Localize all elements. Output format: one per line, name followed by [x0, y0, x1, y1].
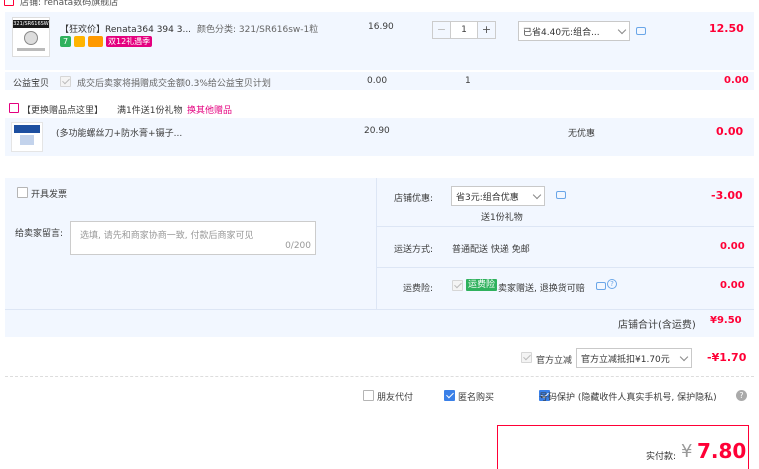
- product-thumbnail[interactable]: 321/SR616SW: [12, 17, 50, 57]
- payment-currency: ¥: [681, 441, 693, 462]
- anonymous-checkbox[interactable]: [444, 390, 455, 401]
- shop-discount-label: 店铺优惠:: [394, 194, 434, 204]
- promotion-select-value: 已省4.40元:组合...: [523, 27, 600, 38]
- invoice-label: 开具发票: [31, 190, 68, 200]
- credit-card-icon: [88, 36, 103, 47]
- charity-row: 公益宝贝 成交后卖家将捐赠成交金额0.3%给公益宝贝计划 0.00 1 0.00: [5, 72, 754, 90]
- item-total: 12.50: [709, 22, 744, 35]
- delivery-method: 普通配送 快递 免邮: [452, 245, 530, 255]
- gift-banner: 【更换赠品点这里】 满1件送1份礼物 换其他赠品: [5, 101, 754, 117]
- delivery-value: 0.00: [720, 241, 745, 252]
- store-header: 店铺: renata数码旗舰店: [0, 0, 759, 10]
- store-name[interactable]: 店铺: renata数码旗舰店: [20, 0, 118, 8]
- charity-total: 0.00: [724, 75, 749, 86]
- panel-divider: [5, 309, 754, 310]
- invoice-checkbox[interactable]: [17, 187, 28, 198]
- tool-image: [20, 135, 34, 145]
- shop-discount-sub: 送1份礼物: [481, 213, 523, 223]
- payment-amount: 7.80: [697, 439, 747, 463]
- chat-icon[interactable]: [556, 191, 566, 199]
- decrease-button[interactable]: −: [432, 21, 451, 39]
- order-options-row: 朋友代付 匿名购买 号码保护 (隐藏收件人真实手机号, 保护隐私) ?: [5, 385, 754, 405]
- shop-discount-select[interactable]: 省3元:组合优惠: [451, 186, 545, 206]
- shop-total-label: 店铺合计(含运费): [618, 320, 696, 331]
- message-textarea[interactable]: 选填, 请先和商家协商一致, 付款后商家可见 0/200: [70, 221, 316, 255]
- row-divider: [377, 226, 754, 227]
- chevron-down-icon: [617, 25, 627, 34]
- charity-label: 公益宝贝: [13, 79, 50, 89]
- thumbnail-stripe: [17, 48, 45, 51]
- battery-image: [24, 31, 38, 45]
- number-protect-label: 号码保护 (隐藏收件人真实手机号, 保护隐私): [539, 393, 717, 403]
- gift-thumbnail-header: [14, 125, 40, 133]
- friend-pay-checkbox[interactable]: [363, 390, 374, 401]
- insurance-checkbox[interactable]: [452, 280, 463, 291]
- message-placeholder: 选填, 请先和商家协商一致, 付款后商家可见: [80, 231, 254, 241]
- quantity-input[interactable]: 1: [451, 21, 477, 39]
- chevron-down-icon: [679, 352, 689, 361]
- gift-banner-note: 满1件送1份礼物: [117, 106, 183, 116]
- quantity-stepper: − 1 +: [432, 21, 496, 39]
- gift-price: 20.90: [364, 126, 390, 136]
- gift-discount: 无优惠: [568, 129, 596, 139]
- charity-price: 0.00: [367, 76, 388, 86]
- cart-item-row: 321/SR616SW 【狂欢价】Renata364 394 3... 7 双1…: [5, 12, 754, 70]
- order-details-panel: 开具发票 给卖家留言: 选填, 请先和商家协商一致, 付款后商家可见 0/200…: [5, 178, 754, 337]
- friend-pay-label: 朋友代付: [377, 393, 414, 403]
- promotion-select[interactable]: 已省4.40元:组合...: [518, 21, 630, 41]
- charity-checkbox[interactable]: [60, 76, 71, 87]
- gift-title[interactable]: (多功能螺丝刀+防水膏+镊子...: [56, 126, 182, 139]
- charity-description: 成交后卖家将捐赠成交金额0.3%给公益宝贝计划: [77, 79, 271, 89]
- shop-discount-value: -3.00: [711, 189, 743, 202]
- gift-icon: [9, 103, 19, 113]
- gift-banner-title[interactable]: 【更换赠品点这里】: [22, 103, 103, 116]
- store-checkbox[interactable]: [4, 0, 14, 6]
- product-tags: 7 双12礼遇季: [60, 36, 153, 47]
- anonymous-label: 匿名购买: [458, 393, 495, 403]
- increase-button[interactable]: +: [477, 21, 496, 39]
- official-discount-value: -¥1.70: [707, 351, 747, 364]
- promo-badge: 双12礼遇季: [106, 36, 153, 47]
- right-details-divider: [376, 178, 377, 309]
- shop-total-value: ¥9.50: [710, 315, 742, 326]
- change-gift-link[interactable]: 换其他赠品: [187, 103, 232, 116]
- shop-discount-select-value: 省3元:组合优惠: [456, 192, 519, 203]
- section-divider: [5, 376, 754, 377]
- product-title[interactable]: 【狂欢价】Renata364 394 3...: [60, 22, 191, 35]
- gift-thumbnail[interactable]: [11, 122, 43, 152]
- charity-qty: 1: [465, 76, 471, 86]
- seven-day-return-icon: 7: [60, 36, 71, 47]
- chevron-down-icon: [532, 190, 542, 199]
- official-discount-label: 官方立减: [536, 356, 573, 366]
- insurance-text: 卖家赠送, 退换货可赔: [498, 284, 585, 294]
- insurance-label: 运费险:: [403, 284, 434, 294]
- insurance-value: 0.00: [720, 280, 745, 291]
- payment-label: 实付款:: [646, 452, 677, 462]
- guarantee-icon: [74, 36, 85, 47]
- insurance-tag: 运费险: [466, 279, 498, 291]
- delivery-label: 运送方式:: [394, 245, 434, 255]
- row-divider: [377, 267, 754, 268]
- chat-icon[interactable]: [636, 27, 646, 35]
- official-discount-select[interactable]: 官方立减抵扣¥1.70元: [576, 348, 692, 368]
- payment-summary-box: 实付款: ¥ 7.80: [497, 425, 749, 469]
- official-discount-select-value: 官方立减抵扣¥1.70元: [581, 354, 670, 365]
- help-icon[interactable]: ?: [607, 279, 617, 289]
- help-icon[interactable]: ?: [736, 390, 747, 401]
- unit-price: 16.90: [368, 22, 394, 32]
- thumbnail-label: 321/SR616SW: [13, 20, 49, 28]
- message-char-count: 0/200: [285, 241, 311, 251]
- official-discount-row: 官方立减 官方立减抵扣¥1.70元 -¥1.70: [5, 343, 754, 371]
- official-discount-checkbox[interactable]: [521, 352, 532, 363]
- gift-total: 0.00: [716, 125, 744, 138]
- product-spec: 颜色分类: 321/SR616sw-1粒: [197, 25, 319, 35]
- chat-icon[interactable]: [596, 282, 606, 290]
- message-label: 给卖家留言:: [15, 229, 64, 239]
- gift-item-row: (多功能螺丝刀+防水膏+镊子... 20.90 无优惠 0.00: [5, 118, 754, 156]
